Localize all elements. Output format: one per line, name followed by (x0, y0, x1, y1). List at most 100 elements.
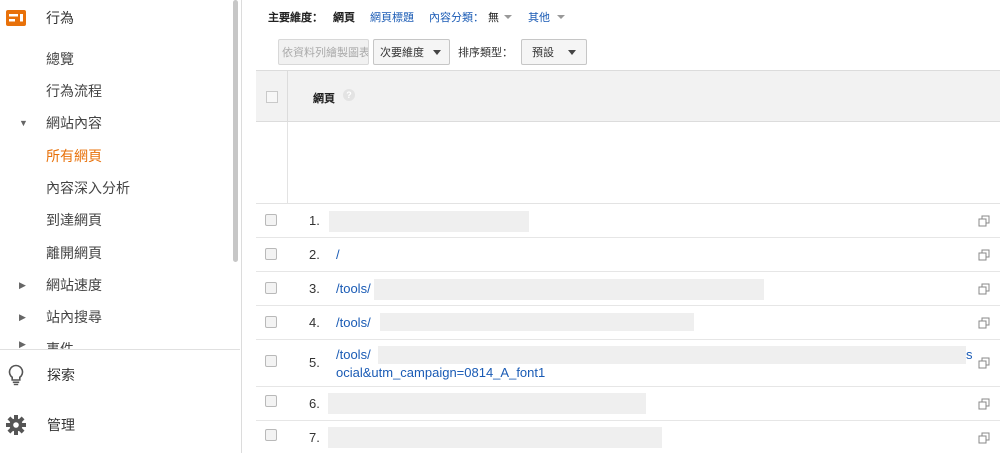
table-row: 3. /tools/ (256, 272, 1000, 306)
row-checkbox[interactable] (265, 395, 277, 407)
secondary-dimension-dropdown[interactable]: 次要維度 (373, 39, 450, 65)
gear-icon (5, 414, 27, 436)
plot-rows-button[interactable]: 依資料列繪製圖表 (278, 39, 369, 65)
row-number: 5. (309, 355, 320, 370)
primary-dimension-label: 主要維度： (268, 12, 323, 24)
table-header: 網頁 ? (256, 70, 1000, 123)
dropdown-arrow-icon (433, 49, 441, 55)
sidebar-item-label: 站內搜尋 (46, 309, 102, 325)
row-checkbox[interactable] (265, 316, 277, 328)
sidebar-item-events[interactable]: ▶ 事件 (0, 333, 236, 349)
redacted-block (378, 346, 966, 364)
sidebar-section-label: 行為 (46, 10, 74, 26)
row-number: 2. (309, 247, 320, 262)
row-number: 6. (309, 396, 320, 411)
external-link-icon[interactable] (978, 432, 990, 444)
table-row: 4. /tools/ (256, 306, 1000, 340)
page-link[interactable]: /tools/ (336, 281, 371, 296)
sidebar: 行為 總覽 行為流程 ▼ 網站內容 所有網頁 內容深入分析 到達網頁 離開網頁 … (0, 0, 242, 453)
chevron-down-icon[interactable] (504, 15, 512, 19)
sidebar-item-label: 內容深入分析 (46, 180, 130, 196)
chevron-down-icon[interactable] (557, 15, 565, 19)
content-grouping-link[interactable]: 內容分類： (429, 9, 484, 25)
expand-arrow-icon: ▶ (19, 279, 26, 290)
sidebar-item-label: 網站速度 (46, 277, 102, 293)
sidebar-item-label: 總覽 (46, 51, 74, 67)
row-checkbox[interactable] (265, 355, 277, 367)
column-divider (287, 122, 288, 204)
sidebar-item-content-drilldown[interactable]: 內容深入分析 (0, 172, 236, 204)
table-row: 1. (256, 204, 1000, 238)
sort-type-dropdown[interactable]: 預設 (521, 39, 587, 65)
expand-arrow-icon: ▶ (19, 311, 26, 322)
sidebar-item-all-pages[interactable]: 所有網頁 (0, 140, 236, 172)
sidebar-item-admin[interactable]: 管理 (0, 400, 240, 450)
secondary-dimension-label: 次要維度 (380, 47, 424, 59)
row-number: 4. (309, 315, 320, 330)
row-checkbox[interactable] (265, 429, 277, 441)
sidebar-item-label: 管理 (47, 417, 75, 433)
sidebar-item-label: 行為流程 (46, 83, 102, 99)
table-row: 7. (256, 421, 1000, 453)
row-checkbox[interactable] (265, 214, 277, 226)
external-link-icon[interactable] (978, 283, 990, 295)
row-checkbox[interactable] (265, 248, 277, 260)
sidebar-item-label: 事件 (46, 341, 74, 349)
sidebar-item-overview[interactable]: 總覽 (0, 43, 236, 75)
page-link[interactable]: / (336, 247, 340, 262)
column-header-page[interactable]: 網頁 (313, 90, 335, 106)
lightbulb-icon (5, 364, 27, 386)
sidebar-item-discover[interactable]: 探索 (0, 350, 240, 400)
column-divider (287, 71, 288, 123)
sidebar-item-landing-pages[interactable]: 到達網頁 (0, 204, 236, 236)
row-number: 3. (309, 281, 320, 296)
dimension-page-title-link[interactable]: 網頁標題 (370, 9, 414, 25)
sidebar-item-site-content[interactable]: ▼ 網站內容 (0, 107, 236, 139)
dimension-page-current: 網頁 (333, 12, 355, 24)
help-icon[interactable]: ? (343, 89, 355, 101)
external-link-icon[interactable] (978, 357, 990, 369)
sidebar-item-label: 網站內容 (46, 115, 102, 131)
table-toolbar: 依資料列繪製圖表 次要維度 排序類型： 預設 (278, 38, 587, 66)
sidebar-item-label: 離開網頁 (46, 245, 102, 261)
redacted-block (380, 313, 694, 331)
expand-arrow-icon: ▶ (19, 339, 26, 349)
table-row: 5. /tools/ s ocial&utm_campaign=0814_A_f… (256, 340, 1000, 387)
sidebar-item-site-speed[interactable]: ▶ 網站速度 (0, 269, 236, 301)
sidebar-item-label: 到達網頁 (46, 212, 102, 228)
behavior-icon (4, 8, 28, 28)
page-link-continuation[interactable]: s (966, 347, 973, 362)
sidebar-item-label: 探索 (47, 367, 75, 383)
external-link-icon[interactable] (978, 398, 990, 410)
table-summary-row (256, 122, 1000, 204)
table-row: 6. (256, 387, 1000, 421)
external-link-icon[interactable] (978, 317, 990, 329)
row-number: 1. (309, 213, 320, 228)
other-dimension-link[interactable]: 其他 (528, 9, 550, 25)
dropdown-arrow-icon (568, 49, 576, 55)
page-link[interactable]: /tools/ (336, 347, 371, 362)
row-checkbox[interactable] (265, 282, 277, 294)
sidebar-section-behavior[interactable]: 行為 (0, 0, 236, 36)
content-grouping-value[interactable]: 無 (488, 9, 499, 25)
sort-type-value: 預設 (532, 47, 554, 59)
select-all-checkbox[interactable] (266, 91, 278, 103)
external-link-icon[interactable] (978, 249, 990, 261)
sidebar-item-exit-pages[interactable]: 離開網頁 (0, 237, 236, 269)
redacted-block (374, 279, 764, 300)
sort-type-label: 排序類型： (458, 47, 513, 59)
row-number: 7. (309, 430, 320, 445)
page-link[interactable]: /tools/ (336, 315, 371, 330)
sidebar-item-label: 所有網頁 (46, 148, 102, 164)
redacted-block (329, 211, 529, 232)
primary-dimension-bar: 主要維度： 網頁 網頁標題 內容分類： 無 其他 (268, 8, 581, 26)
page-link-continuation[interactable]: ocial&utm_campaign=0814_A_font1 (336, 365, 545, 380)
plot-rows-label: 依資料列繪製圖表 (282, 47, 369, 59)
sidebar-item-site-search[interactable]: ▶ 站內搜尋 (0, 301, 236, 333)
redacted-block (328, 393, 646, 414)
table-row: 2. / (256, 238, 1000, 272)
external-link-icon[interactable] (978, 215, 990, 227)
data-table: 網頁 ? 1. 2. / 3. /tools/ 4. /tools/ 5. /t… (256, 70, 1000, 453)
sidebar-item-behavior-flow[interactable]: 行為流程 (0, 75, 236, 107)
collapse-arrow-icon: ▼ (19, 118, 28, 128)
